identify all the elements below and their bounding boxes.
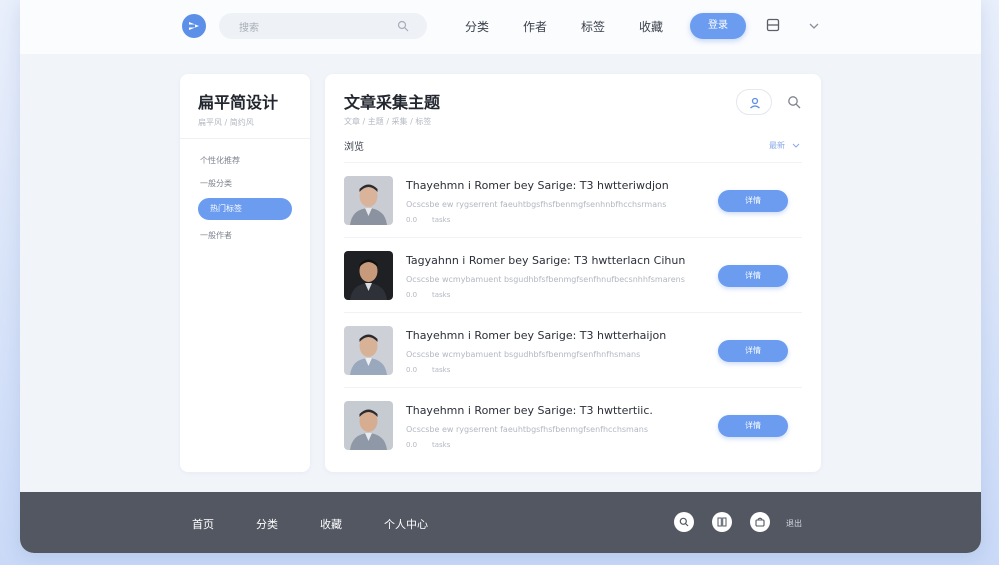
sidebar-item-recommend[interactable]: 个性化推荐 xyxy=(200,155,240,166)
sidebar-subtitle: 扁平风 / 简约风 xyxy=(198,118,254,127)
search-icon xyxy=(679,517,689,527)
message-icon[interactable] xyxy=(766,18,780,32)
sort-label: 最新 xyxy=(769,141,785,150)
section-label: 浏览 xyxy=(344,142,364,153)
detail-button[interactable]: 详情 xyxy=(718,340,788,362)
list-item[interactable]: Thayehmn i Romer bey Sarige: T3 hwtterti… xyxy=(344,389,802,463)
article-description: Ocscsbe ew rygserrent faeuhtbgsfhsfbenmg… xyxy=(406,200,667,209)
article-description: Ocscsbe wcmybamuent bsgudhbfsfbenmgfsenf… xyxy=(406,350,641,359)
divider xyxy=(180,138,310,139)
article-meta-tags: tasks xyxy=(432,366,451,374)
grid-icon xyxy=(717,517,727,527)
article-meta-tags: tasks xyxy=(432,441,451,449)
bag-icon xyxy=(755,517,765,527)
search-placeholder: 搜索 xyxy=(239,23,259,34)
nav-favorite[interactable]: 收藏 xyxy=(639,18,663,35)
author-avatar xyxy=(344,251,393,300)
main-panel: 文章采集主题 文章 / 主题 / 采集 / 标签 浏览 最新 Thayehmn … xyxy=(325,74,821,472)
sort-dropdown[interactable]: 最新 xyxy=(769,140,800,151)
author-avatar xyxy=(344,176,393,225)
search-icon[interactable] xyxy=(787,95,801,109)
search-input[interactable]: 搜索 xyxy=(219,13,427,39)
footer-nav-profile[interactable]: 个人中心 xyxy=(384,516,428,532)
login-button[interactable]: 登录 xyxy=(690,13,746,39)
article-meta-count: 0.0 xyxy=(406,441,418,449)
detail-button[interactable]: 详情 xyxy=(718,190,788,212)
footer-nav-category[interactable]: 分类 xyxy=(256,516,278,532)
nav-tag[interactable]: 标签 xyxy=(581,18,605,35)
author-avatar xyxy=(344,401,393,450)
article-title[interactable]: Thayehmn i Romer bey Sarige: T3 hwtterti… xyxy=(406,404,653,417)
top-bar: 搜索 分类 作者 标签 收藏 登录 xyxy=(20,0,981,54)
user-button[interactable] xyxy=(736,89,772,115)
detail-button[interactable]: 详情 xyxy=(718,265,788,287)
article-meta-count: 0.0 xyxy=(406,291,418,299)
list-item[interactable]: Thayehmn i Romer bey Sarige: T3 hwtteriw… xyxy=(344,164,802,238)
article-title[interactable]: Thayehmn i Romer bey Sarige: T3 hwtterha… xyxy=(406,329,666,342)
list-item[interactable]: Tagyahnn i Romer bey Sarige: T3 hwtterla… xyxy=(344,239,802,313)
article-title[interactable]: Thayehmn i Romer bey Sarige: T3 hwtteriw… xyxy=(406,179,669,192)
divider xyxy=(344,237,802,238)
footer-logout-link[interactable]: 退出 xyxy=(786,518,802,529)
page-title: 文章采集主题 xyxy=(344,93,441,112)
footer-bag-button[interactable] xyxy=(750,512,770,532)
app-window: 搜索 分类 作者 标签 收藏 登录 扁平简设计 扁平风 / 简约风 个性化推荐 … xyxy=(20,0,981,553)
detail-button[interactable]: 详情 xyxy=(718,415,788,437)
divider xyxy=(344,387,802,388)
footer-grid-button[interactable] xyxy=(712,512,732,532)
sidebar-title: 扁平简设计 xyxy=(198,93,279,112)
article-meta-tags: tasks xyxy=(432,291,451,299)
article-description: Ocscsbe ew rygserrent faeuhtbgsfhsfbenmg… xyxy=(406,425,648,434)
page-subtitle: 文章 / 主题 / 采集 / 标签 xyxy=(344,117,432,126)
footer-nav-home[interactable]: 首页 xyxy=(192,516,214,532)
footer-bar: 首页 分类 收藏 个人中心 退出 xyxy=(20,492,981,553)
article-meta-count: 0.0 xyxy=(406,216,418,224)
sidebar-item-category[interactable]: 一般分类 xyxy=(200,178,232,189)
nav-author[interactable]: 作者 xyxy=(523,18,547,35)
sidebar-item-author[interactable]: 一般作者 xyxy=(200,230,232,241)
footer-search-button[interactable] xyxy=(674,512,694,532)
chevron-down-icon[interactable] xyxy=(808,22,820,30)
user-icon xyxy=(750,97,760,109)
article-meta-tags: tasks xyxy=(432,216,451,224)
logo-icon[interactable] xyxy=(181,13,207,39)
article-description: Ocscsbe wcmybamuent bsgudhbfsfbenmgfsenf… xyxy=(406,275,685,284)
divider xyxy=(344,312,802,313)
search-icon[interactable] xyxy=(397,20,409,32)
author-avatar xyxy=(344,326,393,375)
divider xyxy=(344,162,802,163)
article-title[interactable]: Tagyahnn i Romer bey Sarige: T3 hwtterla… xyxy=(406,254,685,267)
list-item[interactable]: Thayehmn i Romer bey Sarige: T3 hwtterha… xyxy=(344,314,802,388)
sidebar: 扁平简设计 扁平风 / 简约风 个性化推荐 一般分类 热门标签 一般作者 xyxy=(180,74,310,472)
sidebar-item-hot-tags[interactable]: 热门标签 xyxy=(198,198,292,220)
chevron-down-icon xyxy=(792,143,799,148)
article-meta-count: 0.0 xyxy=(406,366,418,374)
footer-nav-favorite[interactable]: 收藏 xyxy=(320,516,342,532)
nav-category[interactable]: 分类 xyxy=(465,18,489,35)
